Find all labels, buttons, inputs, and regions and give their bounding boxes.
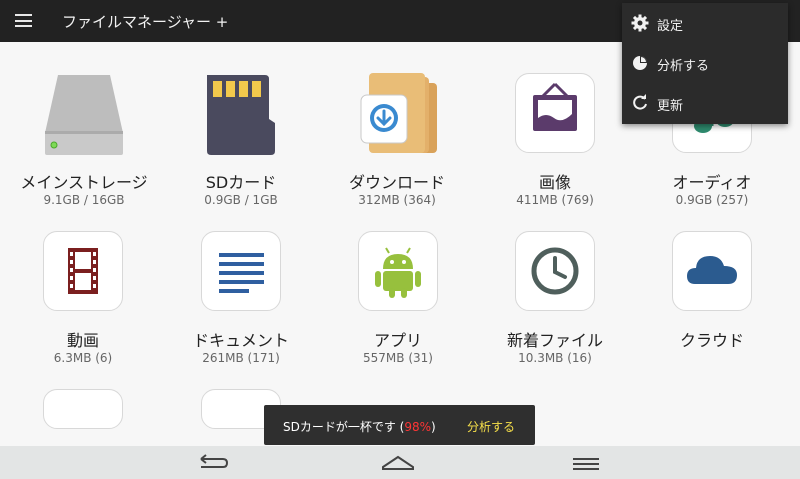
snackbar-percent: 98% (404, 420, 432, 434)
tile-size: 411MB (769) (516, 193, 594, 207)
tile-size: 261MB (171) (202, 351, 280, 365)
system-nav-bar (0, 446, 800, 479)
tile-label: ドキュメント (192, 331, 289, 350)
tile-label: メインストレージ (20, 173, 148, 192)
film-strip-icon (43, 231, 123, 311)
image-frame-icon (515, 73, 595, 153)
menu-item-settings[interactable]: 設定 (622, 3, 788, 43)
sd-full-snackbar: SDカードが一杯です (98%) 分析する (264, 405, 535, 445)
hard-drive-icon (44, 73, 124, 155)
tile-partial[interactable] (43, 389, 123, 429)
refresh-icon (631, 94, 649, 112)
tile-label: 動画 (66, 331, 99, 350)
hamburger-menu-icon[interactable] (15, 14, 32, 27)
home-icon[interactable] (378, 451, 418, 475)
menu-item-analyze[interactable]: 分析する (622, 43, 788, 83)
tile-size: 557MB (31) (363, 351, 433, 365)
tile-label: SDカード (205, 173, 277, 192)
gear-icon (631, 14, 649, 32)
back-icon[interactable] (193, 451, 233, 475)
menu-item-label: 更新 (657, 99, 684, 114)
menu-lines-icon[interactable] (566, 451, 606, 475)
tile-label: 新着ファイル (506, 331, 603, 350)
tile-size: 10.3MB (16) (518, 351, 592, 365)
overflow-menu: 設定 分析する 更新 (622, 3, 788, 124)
tile-size: 6.3MB (6) (53, 351, 113, 365)
tile-label: オーディオ (672, 173, 752, 192)
document-lines-icon (201, 231, 281, 311)
android-robot-icon (358, 231, 438, 311)
tile-label: アプリ (373, 331, 422, 350)
tile-label: クラウド (679, 331, 744, 350)
menu-item-label: 設定 (657, 19, 684, 34)
tile-size: 0.9GB (257) (675, 193, 749, 207)
pie-chart-icon (631, 54, 649, 72)
tile-size: 9.1GB / 16GB (43, 193, 125, 207)
sd-card-icon (201, 73, 281, 155)
download-folder-icon (357, 73, 437, 153)
clock-icon (515, 231, 595, 311)
tile-size: 312MB (364) (358, 193, 436, 207)
snackbar-analyze-button[interactable]: 分析する (467, 418, 515, 435)
tile-size: 0.9GB / 1GB (204, 193, 278, 207)
tile-label: 画像 (538, 173, 571, 192)
snackbar-message: SDカードが一杯です (98%) (283, 420, 436, 434)
cloud-icon (672, 231, 752, 311)
menu-item-label: 分析する (657, 59, 710, 74)
tile-label: ダウンロード (348, 173, 445, 192)
app-title: ファイルマネージャー + (62, 13, 229, 31)
menu-item-refresh[interactable]: 更新 (622, 83, 788, 123)
